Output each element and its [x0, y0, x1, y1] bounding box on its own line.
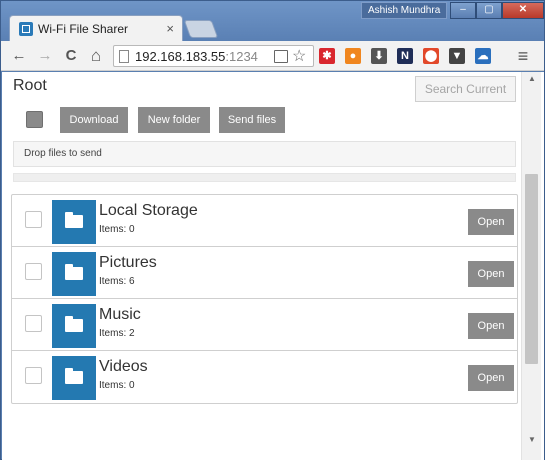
- folder-name[interactable]: Pictures: [99, 254, 157, 272]
- profile-badge[interactable]: Ashish Mundhra: [361, 2, 447, 19]
- page-content: Root Search Current Download New folder …: [2, 72, 544, 460]
- send-files-button[interactable]: Send files: [219, 107, 285, 133]
- reload-icon[interactable]: C: [61, 46, 81, 66]
- new-tab-button[interactable]: [183, 20, 219, 38]
- cloud-extension-icon[interactable]: ☁: [475, 48, 491, 64]
- url-text: 192.168.183.55:1234: [135, 49, 258, 64]
- folder-tile[interactable]: [52, 200, 96, 244]
- stop-extension-icon[interactable]: ⬤: [423, 48, 439, 64]
- folder-checkbox[interactable]: [25, 263, 42, 280]
- open-folder-button[interactable]: Open: [468, 261, 514, 287]
- path-label: Root: [13, 77, 47, 94]
- fox-extension-icon[interactable]: ●: [345, 48, 361, 64]
- scroll-thumb[interactable]: [525, 174, 538, 364]
- folder-tile[interactable]: [52, 304, 96, 348]
- download-button[interactable]: Download: [60, 107, 128, 133]
- open-folder-button[interactable]: Open: [468, 365, 514, 391]
- url-host: 192.168.183.55: [135, 49, 226, 64]
- bookmark-star-icon[interactable]: ☆: [292, 46, 306, 66]
- url-port: :1234: [225, 49, 258, 64]
- open-folder-button[interactable]: Open: [468, 313, 514, 339]
- tab-close-icon[interactable]: ×: [166, 21, 174, 36]
- minimize-button[interactable]: –: [450, 2, 476, 19]
- address-bar[interactable]: 192.168.183.55:1234 ☆: [113, 45, 314, 67]
- folder-tile[interactable]: [52, 252, 96, 296]
- wifi-share-favicon-icon: [19, 22, 33, 36]
- folder-icon: [65, 212, 83, 228]
- folder-checkbox[interactable]: [25, 367, 42, 384]
- scroll-down-icon[interactable]: ▼: [528, 435, 536, 444]
- title-bar: Wi-Fi File Sharer × Ashish Mundhra – ▢ ✕: [1, 1, 544, 42]
- folder-name[interactable]: Music: [99, 306, 141, 324]
- folder-row[interactable]: Pictures Items: 6 Open: [12, 247, 517, 299]
- folder-item-count: Items: 0: [99, 380, 135, 391]
- search-current-button[interactable]: Search Current: [415, 76, 516, 102]
- folder-item-count: Items: 6: [99, 276, 135, 287]
- browser-toolbar: ← → C ⌂ 192.168.183.55:1234 ☆ ✱ ● ⬇ N ⬤ ▼ ☁ ≡: [1, 41, 544, 71]
- folder-checkbox[interactable]: [25, 211, 42, 228]
- red-box-extension-icon[interactable]: ✱: [319, 48, 335, 64]
- folder-list: Local Storage Items: 0 Open Pictures Items: …: [11, 194, 518, 404]
- reader-mode-icon[interactable]: [274, 50, 288, 63]
- open-folder-button[interactable]: Open: [468, 209, 514, 235]
- pocket-extension-icon[interactable]: ▼: [449, 48, 465, 64]
- folder-icon: [65, 368, 83, 384]
- browser-window: Wi-Fi File Sharer × Ashish Mundhra – ▢ ✕…: [0, 0, 545, 460]
- folder-tile[interactable]: [52, 356, 96, 400]
- drop-zone[interactable]: Drop files to send: [13, 141, 516, 167]
- folder-row[interactable]: Music Items: 2 Open: [12, 299, 517, 351]
- folder-icon: [65, 264, 83, 280]
- close-window-button[interactable]: ✕: [502, 2, 544, 19]
- forward-arrow-icon[interactable]: →: [35, 46, 55, 66]
- progress-bar: [13, 173, 516, 182]
- folder-name[interactable]: Videos: [99, 358, 148, 376]
- select-all-checkbox[interactable]: [26, 111, 43, 128]
- download-extension-icon[interactable]: ⬇: [371, 48, 387, 64]
- folder-row[interactable]: Videos Items: 0 Open: [12, 351, 517, 403]
- maximize-button[interactable]: ▢: [476, 2, 502, 19]
- folder-name[interactable]: Local Storage: [99, 202, 198, 220]
- home-icon[interactable]: ⌂: [86, 46, 106, 66]
- folder-item-count: Items: 0: [99, 224, 135, 235]
- folder-checkbox[interactable]: [25, 315, 42, 332]
- browser-tab[interactable]: Wi-Fi File Sharer ×: [9, 15, 183, 42]
- folder-icon: [65, 316, 83, 332]
- folder-item-count: Items: 2: [99, 328, 135, 339]
- scrollbar[interactable]: ▲ ▼: [521, 72, 541, 460]
- notion-extension-icon[interactable]: N: [397, 48, 413, 64]
- new-folder-button[interactable]: New folder: [138, 107, 210, 133]
- scroll-up-icon[interactable]: ▲: [528, 74, 536, 83]
- page-icon: [119, 50, 129, 63]
- folder-row[interactable]: Local Storage Items: 0 Open: [12, 195, 517, 247]
- tab-title: Wi-Fi File Sharer: [38, 22, 129, 36]
- menu-icon[interactable]: ≡: [513, 46, 533, 66]
- back-arrow-icon[interactable]: ←: [9, 46, 29, 66]
